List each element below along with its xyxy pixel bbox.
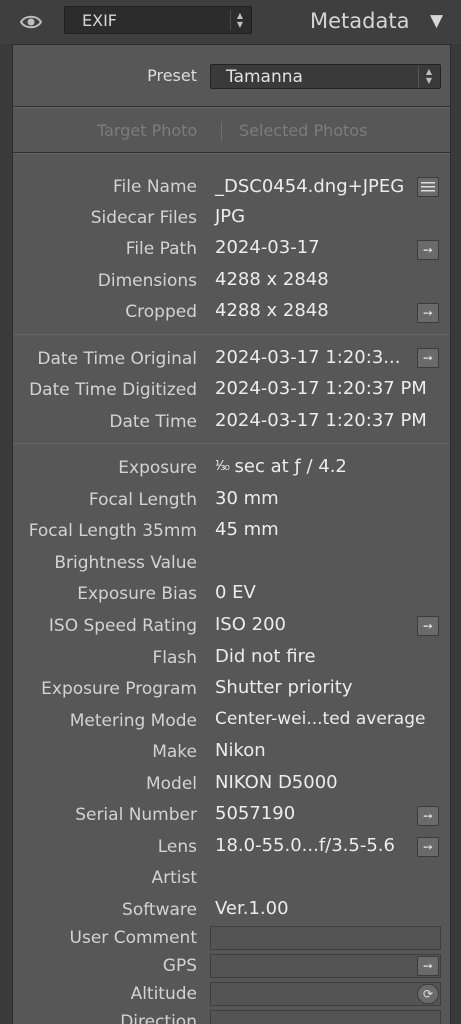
arrow-right-icon[interactable]: ➙	[417, 956, 439, 976]
eye-icon[interactable]	[20, 13, 42, 31]
software-value: Ver.1.00	[215, 898, 289, 919]
sidecar-files-label: Sidecar Files	[90, 208, 197, 228]
file-path-value: 2024-03-17	[215, 237, 320, 258]
focal-length-35mm-value: 45 mm	[215, 519, 279, 540]
preset-value: Tamanna	[226, 67, 303, 87]
exposure-text: sec at ƒ / 4.2	[228, 456, 347, 477]
cropped-label: Cropped	[125, 302, 197, 322]
gps-label: GPS	[162, 956, 197, 976]
focal-length-label: Focal Length	[88, 490, 197, 510]
focal-length-value: 30 mm	[215, 488, 279, 509]
exposure-bias-value: 0 EV	[215, 582, 256, 603]
tab-divider	[221, 122, 222, 141]
file-path-label: File Path	[125, 239, 197, 259]
serial-number-label: Serial Number	[75, 805, 197, 825]
metering-mode-label: Metering Mode	[69, 711, 197, 731]
file-name-value[interactable]: _DSC0454.dng+JPEG	[215, 176, 404, 197]
metadata-view-value: EXIF	[82, 11, 117, 30]
panel-header: EXIF ▲ ▼ Metadata ▼	[0, 0, 461, 44]
flash-label: Flash	[152, 648, 197, 668]
user-comment-field[interactable]	[210, 926, 441, 950]
altitude-field[interactable]	[210, 982, 441, 1006]
sidecar-files-value: JPG	[215, 206, 246, 227]
target-photo-tab[interactable]: Target Photo	[97, 121, 197, 140]
exposure-program-label: Exposure Program	[41, 679, 197, 699]
lens-label: Lens	[157, 837, 197, 857]
dimensions-value: 4288 x 2848	[215, 269, 329, 290]
select-stepper-icon: ▲ ▼	[418, 66, 439, 87]
date-time-label: Date Time	[109, 412, 197, 432]
collapse-triangle-icon[interactable]: ▼	[430, 11, 443, 31]
flash-value: Did not fire	[215, 646, 316, 667]
focal-length-35mm-label: Focal Length 35mm	[28, 521, 197, 541]
panel-title[interactable]: Metadata	[310, 9, 409, 33]
arrow-right-icon[interactable]: ➙	[417, 806, 439, 826]
user-comment-label: User Comment	[69, 928, 197, 948]
arrow-right-icon[interactable]: ➙	[417, 616, 439, 636]
brightness-value-label: Brightness Value	[54, 553, 197, 573]
date-time-value: 2024-03-17 1:20:37 PM	[215, 410, 427, 431]
exposure-bias-label: Exposure Bias	[77, 584, 197, 604]
model-value: NIKON D5000	[215, 772, 338, 793]
software-label: Software	[122, 900, 197, 920]
sync-icon[interactable]: ⟳	[417, 984, 439, 1004]
gps-field[interactable]	[210, 954, 441, 978]
arrow-right-icon[interactable]: ➙	[417, 837, 439, 857]
exposure-program-value: Shutter priority	[215, 677, 353, 698]
selected-photos-tab[interactable]: Selected Photos	[239, 121, 367, 140]
direction-label: Direction	[120, 1012, 197, 1024]
cropped-value: 4288 x 2848	[215, 300, 329, 321]
iso-value: ISO 200	[215, 614, 286, 635]
model-label: Model	[145, 774, 197, 794]
select-stepper-icon: ▲ ▼	[230, 10, 249, 30]
preset-label: Preset	[147, 66, 197, 85]
dimensions-label: Dimensions	[97, 271, 197, 291]
metadata-view-select[interactable]: EXIF ▲ ▼	[64, 6, 252, 34]
date-time-original-value: 2024-03-17 1:20:3...	[215, 347, 401, 368]
preset-select[interactable]: Tamanna ▲ ▼	[210, 64, 441, 89]
file-name-label: File Name	[112, 177, 197, 197]
exposure-fraction: ¹⁄₃₀	[215, 459, 230, 474]
direction-field[interactable]	[210, 1010, 441, 1024]
date-time-digitized-value: 2024-03-17 1:20:37 PM	[215, 378, 427, 399]
serial-number-value: 5057190	[215, 803, 296, 824]
metadata-panel: Preset Tamanna ▲ ▼ Target Photo Selected…	[12, 44, 451, 1024]
metering-mode-value: Center-wei...ted average	[215, 709, 426, 729]
list-icon[interactable]	[417, 177, 439, 197]
iso-label: ISO Speed Rating	[48, 616, 197, 636]
date-time-original-label: Date Time Original	[37, 349, 197, 369]
arrow-right-icon[interactable]: ➙	[417, 240, 439, 260]
artist-label: Artist	[151, 868, 197, 888]
date-time-digitized-label: Date Time Digitized	[29, 380, 197, 400]
lens-value: 18.0-55.0...f/3.5-5.6	[215, 835, 395, 856]
make-value: Nikon	[215, 740, 266, 761]
make-label: Make	[152, 742, 197, 762]
exposure-label: Exposure	[118, 458, 197, 478]
altitude-label: Altitude	[130, 984, 197, 1004]
exposure-value: ¹⁄₃₀ sec at ƒ / 4.2	[215, 456, 347, 477]
arrow-right-icon[interactable]: ➙	[417, 303, 439, 323]
arrow-right-icon[interactable]: ➙	[417, 348, 439, 368]
